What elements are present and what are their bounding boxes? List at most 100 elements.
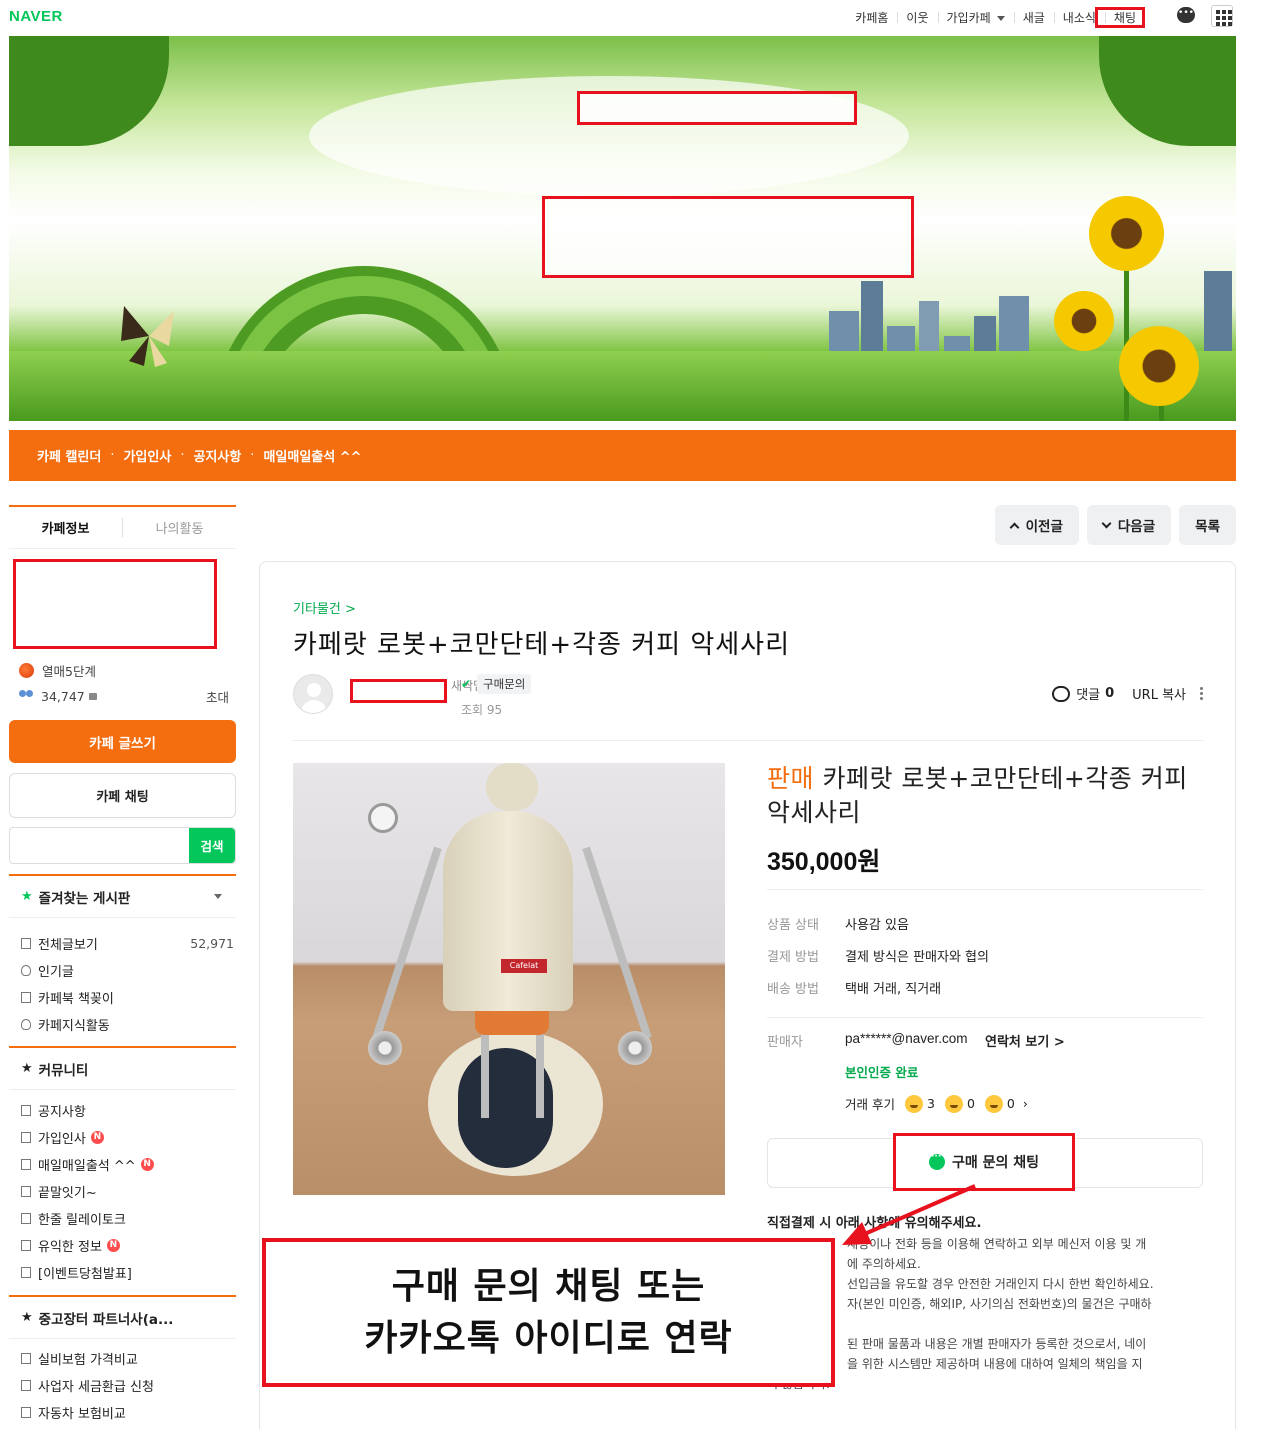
robot-wheel	[368, 1031, 402, 1065]
partners-header: ★ 중고장터 파트너사(a...	[9, 1295, 236, 1339]
board-label: 공지사항	[38, 1105, 86, 1120]
redacted-author-name[interactable]	[350, 679, 447, 703]
tab-my-activity[interactable]: 나의활동	[122, 518, 236, 537]
buy-inquiry-chip[interactable]: 구매문의	[477, 674, 532, 694]
category-link[interactable]: 기타물건 >	[293, 598, 356, 617]
menu-cafe-calendar[interactable]: 카페 캘린더	[37, 446, 101, 465]
board-icon	[21, 1240, 31, 1251]
new-badge: N	[90, 1131, 104, 1144]
board-icon	[21, 1353, 31, 1364]
board-icon	[21, 1267, 31, 1278]
tab-cafe-info[interactable]: 카페정보	[9, 518, 122, 537]
menu-greetings[interactable]: 가입인사	[123, 446, 171, 465]
seller-email: pa******@naver.com	[845, 1031, 968, 1046]
board-icon	[21, 1105, 31, 1116]
spec-key: 배송 방법	[767, 981, 819, 997]
board-greetings[interactable]: 가입인사 N	[21, 1124, 236, 1151]
url-copy-button[interactable]: URL 복사	[1132, 684, 1186, 703]
board-icon	[21, 1380, 31, 1391]
comment-icon[interactable]	[1052, 685, 1071, 702]
board-relay-talk[interactable]: 한줄 릴레이토크	[21, 1205, 236, 1232]
chevron-up-icon	[1009, 522, 1020, 532]
menu-notice[interactable]: 공지사항	[193, 446, 241, 465]
board-useful-info[interactable]: 유익한 정보 N	[21, 1232, 236, 1259]
menu-daily-checkin[interactable]: 매일매일출석 ^^	[263, 446, 361, 465]
next-post-button[interactable]: 다음글	[1086, 505, 1172, 545]
cafe-level: 열매5단계	[42, 663, 96, 679]
sprout-icon: ✔	[461, 677, 472, 691]
gnb-neighbors[interactable]: 이웃	[897, 9, 937, 26]
board-notice[interactable]: 공지사항	[21, 1097, 236, 1124]
more-options-icon[interactable]	[1200, 687, 1203, 700]
robot-body	[443, 811, 573, 1011]
board-all-posts[interactable]: 전체글보기 52,971	[21, 930, 236, 957]
board-label: 매일매일출석 ^^	[38, 1159, 136, 1174]
redacted-user-menu[interactable]	[1095, 7, 1145, 28]
community-board-list: 공지사항 가입인사 N 매일매일출석 ^^ N 끝말잇기~ 한줄 릴레이토크 유익한…	[21, 1097, 236, 1286]
board-event-winners[interactable]: [이벤트당첨발표]	[21, 1259, 236, 1286]
cafe-search-input[interactable]	[10, 828, 189, 863]
neutral-emoji-icon	[944, 1094, 963, 1113]
review-count-good: 3	[926, 1096, 935, 1111]
avatar[interactable]	[293, 674, 333, 714]
board-popular[interactable]: 인기글	[21, 957, 236, 984]
chevron-down-icon	[996, 15, 1005, 21]
naver-logo[interactable]: NAVER	[9, 8, 63, 25]
gnb-joined-cafes-label: 가입카페	[946, 10, 991, 25]
top-bar: NAVER 카페홈 이웃 가입카페 새글 내소식 채팅 •••	[0, 0, 1267, 34]
seller-info: 판매자 pa******@naver.com 연락처 보기 > 본인인증 완료 …	[767, 1028, 1203, 1128]
comments-label[interactable]: 댓글	[1076, 684, 1100, 703]
board-icon	[21, 1186, 31, 1197]
board-daily-checkin[interactable]: 매일매일출석 ^^ N	[21, 1151, 236, 1178]
member-count-row: 34,747 초대	[19, 683, 229, 709]
popular-icon	[21, 965, 31, 976]
trade-reviews[interactable]: 거래 후기 3 0 0 ›	[845, 1094, 1028, 1113]
list-button[interactable]: 목록	[1179, 505, 1236, 545]
cafe-chat-button[interactable]: 카페 채팅	[9, 773, 236, 818]
cafe-menu-bar: 카페 캘린더 · 가입인사 · 공지사항 · 매일매일출석 ^^	[9, 430, 1236, 481]
robot-brand-label: Cafelat	[501, 959, 547, 973]
robot-arm	[372, 846, 442, 1040]
board-knowledge[interactable]: 카페지식활동	[21, 1011, 236, 1038]
cafe-search-button[interactable]: 검색	[189, 828, 235, 863]
apps-grid-icon[interactable]	[1211, 5, 1233, 27]
view-contact-link[interactable]: 연락처 보기 >	[985, 1031, 1065, 1050]
member-count[interactable]: 34,747	[41, 689, 85, 704]
board-label: 카페북 책꽂이	[38, 992, 114, 1007]
board-label: [이벤트당첨발표]	[38, 1267, 132, 1282]
callout-line-2: 카카오톡 아이디로 연락	[364, 1317, 733, 1359]
board-label: 카페지식활동	[38, 1019, 110, 1034]
gnb-cafe-home[interactable]: 카페홈	[846, 9, 897, 26]
gnb-joined-cafes[interactable]: 가입카페	[937, 9, 1014, 26]
spec-payment: 결제 방법 결제 방식은 판매자와 협의	[767, 939, 989, 971]
purchase-inquiry-chat-button[interactable]: 구매 문의 채팅	[893, 1133, 1075, 1191]
chevron-down-icon[interactable]	[214, 894, 222, 899]
cafe-write-button[interactable]: 카페 글쓰기	[9, 720, 236, 763]
board-label: 한줄 릴레이토크	[38, 1213, 126, 1228]
review-count-neutral: 0	[966, 1096, 975, 1111]
board-partner-insurance[interactable]: 실비보험 가격비교	[21, 1345, 236, 1372]
prev-post-button[interactable]: 이전글	[994, 505, 1079, 545]
board-cafebook[interactable]: 카페북 책꽂이	[21, 984, 236, 1011]
gnb-new-posts[interactable]: 새글	[1013, 9, 1054, 26]
board-word-chain[interactable]: 끝말잇기~	[21, 1178, 236, 1205]
review-label: 거래 후기	[845, 1097, 895, 1112]
product-specs: 상품 상태 사용감 있음 결제 방법 결제 방식은 판매자와 협의 배송 방법 택배 …	[767, 907, 989, 1003]
cafe-info: 열매5단계 34,747 초대	[19, 657, 229, 709]
verified-badge: 본인인증 완료	[845, 1065, 919, 1080]
chat-bubble-icon[interactable]: •••	[1177, 7, 1195, 23]
spec-value: 택배 거래, 직거래	[845, 981, 942, 997]
cafe-search: 검색	[9, 827, 236, 864]
favorites-header[interactable]: ★ 즐겨찾는 게시판	[9, 874, 236, 918]
product-image[interactable]: Cafelat	[293, 763, 725, 1195]
board-icon	[21, 1159, 31, 1170]
invite-link[interactable]: 초대	[206, 687, 229, 706]
chat-bubble-icon	[928, 1152, 945, 1170]
board-label: 유익한 정보	[38, 1240, 102, 1255]
chevron-down-icon	[1101, 518, 1112, 528]
board-partner-car[interactable]: 자동차 보험비교	[21, 1399, 236, 1426]
board-partner-tax[interactable]: 사업자 세금환급 신청	[21, 1372, 236, 1399]
purchase-chat-area: 구매 문의 채팅	[767, 1133, 1203, 1191]
laugh-emoji-icon	[904, 1094, 923, 1113]
board-label: 자동차 보험비교	[38, 1407, 126, 1422]
